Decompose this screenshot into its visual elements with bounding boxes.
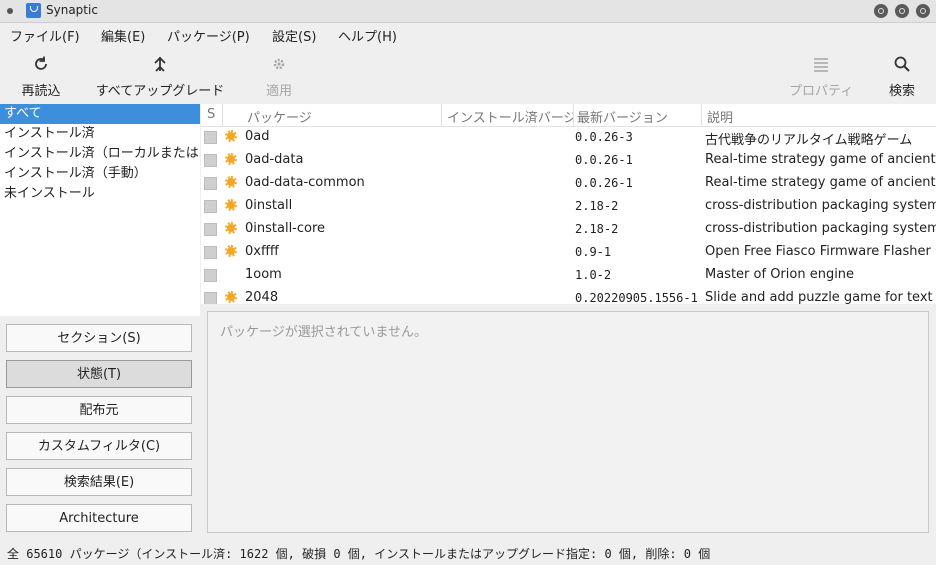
minimize-icon[interactable] bbox=[874, 4, 888, 18]
column-divider[interactable] bbox=[222, 104, 223, 126]
supported-icon bbox=[225, 153, 237, 165]
origin-button[interactable]: 配布元 bbox=[6, 396, 192, 424]
gears-icon bbox=[264, 55, 294, 75]
maximize-icon[interactable] bbox=[895, 4, 909, 18]
column-divider[interactable] bbox=[573, 104, 574, 126]
table-row[interactable]: 0ad-data-common 0.0.26-1 Real-time strat… bbox=[201, 172, 936, 195]
sections-button[interactable]: セクション(S) bbox=[6, 324, 192, 352]
package-checkbox[interactable] bbox=[204, 154, 217, 167]
reload-button[interactable]: 再読込 bbox=[21, 55, 61, 99]
search-icon bbox=[888, 55, 916, 75]
architecture-button[interactable]: Architecture bbox=[6, 504, 192, 532]
package-checkbox[interactable] bbox=[204, 200, 217, 213]
search-results-button[interactable]: 検索結果(E) bbox=[6, 468, 192, 496]
upgrade-all-button[interactable]: すべてアップグレード bbox=[95, 55, 225, 99]
filter-item-installed-local[interactable]: インストール済（ローカルまたは bbox=[0, 144, 200, 164]
supported-icon bbox=[225, 291, 237, 303]
supported-icon bbox=[225, 199, 237, 211]
title-bar: Synaptic bbox=[0, 0, 936, 23]
filter-item-all[interactable]: すべて bbox=[0, 104, 200, 124]
custom-filters-button[interactable]: カスタムフィルタ(C) bbox=[6, 432, 192, 460]
filter-item-installed-manual[interactable]: インストール済（手動） bbox=[0, 164, 200, 184]
package-checkbox[interactable] bbox=[204, 292, 217, 304]
filter-item-not-installed[interactable]: 未インストール bbox=[0, 184, 200, 204]
synaptic-app-icon bbox=[26, 3, 41, 18]
column-header-latest-version[interactable]: 最新バージョン bbox=[577, 107, 668, 126]
package-checkbox[interactable] bbox=[204, 223, 217, 236]
column-divider[interactable] bbox=[701, 104, 702, 126]
toolbar: 再読込 すべてアップグレード 適用 プロパティ 検索 bbox=[0, 45, 936, 103]
close-icon[interactable] bbox=[916, 4, 930, 18]
package-checkbox[interactable] bbox=[204, 269, 217, 282]
package-details-pane: パッケージが選択されていません。 bbox=[207, 311, 929, 533]
supported-icon bbox=[225, 130, 237, 142]
menu-help[interactable]: ヘルプ(H) bbox=[338, 26, 397, 45]
supported-icon bbox=[225, 222, 237, 234]
list-icon bbox=[789, 55, 853, 75]
properties-button[interactable]: プロパティ bbox=[789, 55, 853, 99]
package-table: S パッケージ インストール済バージョン 最新バージョン 説明 0ad 0.0.… bbox=[201, 104, 936, 304]
table-header: S パッケージ インストール済バージョン 最新バージョン 説明 bbox=[201, 104, 936, 127]
table-row[interactable]: 0ad 0.0.26-3 古代戦争のリアルタイム戦略ゲーム bbox=[201, 126, 936, 149]
menu-file[interactable]: ファイル(F) bbox=[10, 26, 80, 45]
table-row[interactable]: 0ad-data 0.0.26-1 Real-time strategy gam… bbox=[201, 149, 936, 172]
package-checkbox[interactable] bbox=[204, 177, 217, 190]
table-row[interactable]: 0xffff 0.9-1 Open Free Fiasco Firmware F… bbox=[201, 241, 936, 264]
filter-list: すべて インストール済 インストール済（ローカルまたは インストール済（手動） … bbox=[0, 104, 200, 316]
table-row[interactable]: 0install 2.18-2 cross-distribution packa… bbox=[201, 195, 936, 218]
apply-button[interactable]: 適用 bbox=[264, 55, 294, 99]
filter-item-installed[interactable]: インストール済 bbox=[0, 124, 200, 144]
column-header-status[interactable]: S bbox=[207, 107, 215, 122]
status-bar: 全 65610 パッケージ（インストール済: 1622 個, 破損 0 個, イ… bbox=[0, 540, 936, 565]
no-selection-message: パッケージが選択されていません。 bbox=[220, 325, 427, 340]
search-button[interactable]: 検索 bbox=[888, 55, 916, 99]
column-header-package[interactable]: パッケージ bbox=[247, 107, 312, 126]
reload-icon bbox=[21, 55, 61, 75]
package-checkbox[interactable] bbox=[204, 246, 217, 259]
window-title: Synaptic bbox=[46, 3, 98, 17]
table-row[interactable]: 2048 0.20220905.1556-1 Slide and add puz… bbox=[201, 287, 936, 304]
menu-settings[interactable]: 設定(S) bbox=[272, 26, 316, 45]
column-header-installed-version[interactable]: インストール済バージョン bbox=[447, 107, 573, 126]
column-divider[interactable] bbox=[441, 104, 442, 126]
status-button[interactable]: 状態(T) bbox=[6, 360, 192, 388]
window-pin-icon[interactable] bbox=[7, 8, 13, 14]
menu-edit[interactable]: 編集(E) bbox=[101, 26, 145, 45]
package-checkbox[interactable] bbox=[204, 131, 217, 144]
supported-icon bbox=[225, 245, 237, 257]
upgrade-icon bbox=[95, 55, 225, 75]
supported-icon bbox=[225, 176, 237, 188]
table-row[interactable]: 1oom 1.0-2 Master of Orion engine bbox=[201, 264, 936, 287]
status-text: 全 65610 パッケージ（インストール済: 1622 個, 破損 0 個, イ… bbox=[7, 547, 711, 561]
menu-bar: ファイル(F) 編集(E) パッケージ(P) 設定(S) ヘルプ(H) bbox=[0, 23, 936, 45]
column-header-description[interactable]: 説明 bbox=[707, 107, 733, 126]
table-row[interactable]: 0install-core 2.18-2 cross-distribution … bbox=[201, 218, 936, 241]
menu-package[interactable]: パッケージ(P) bbox=[167, 26, 250, 45]
